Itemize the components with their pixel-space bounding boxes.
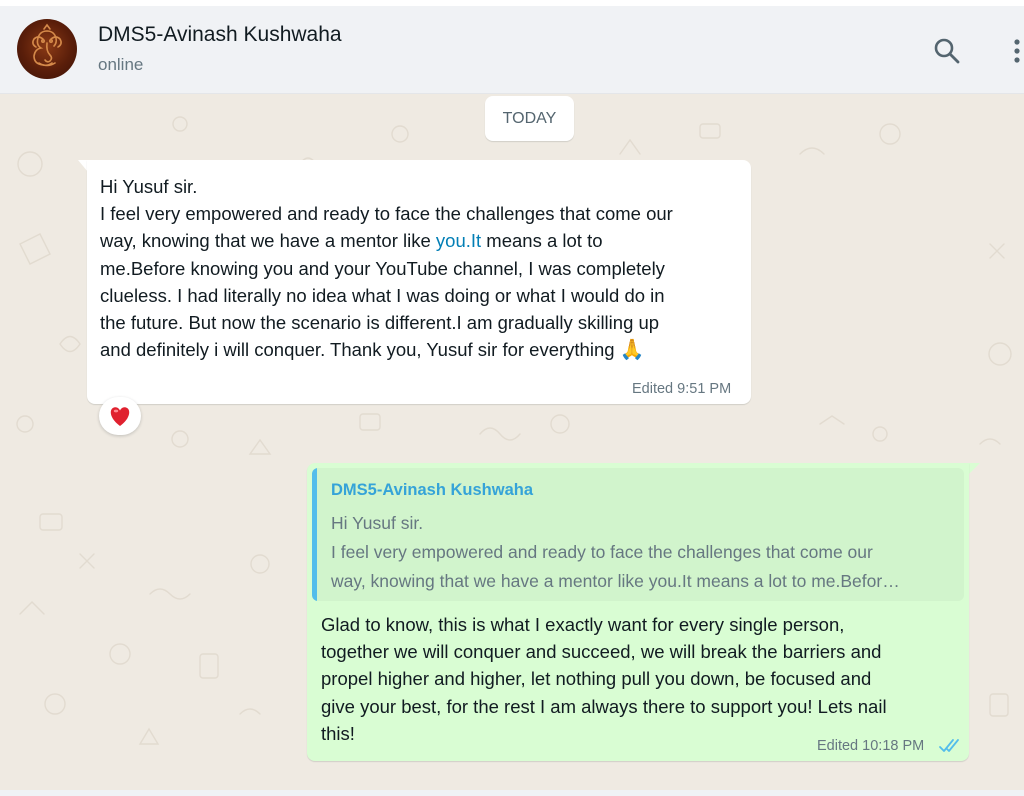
search-icon: [934, 38, 960, 64]
message-line: Hi Yusuf sir.: [100, 176, 198, 197]
date-separator: TODAY: [485, 96, 574, 141]
quoted-line: way, knowing that we have a mentor like …: [331, 571, 900, 591]
outgoing-bubble-tail: [968, 463, 980, 475]
message-line: and definitely i will conquer. Thank you…: [100, 339, 615, 361]
message-link[interactable]: you.It: [436, 230, 481, 251]
outgoing-message-text: Glad to know, this is what I exactly wan…: [321, 611, 961, 747]
message-line: together we will conquer and succeed, we…: [321, 641, 882, 663]
message-line: clueless. I had literally no idea what I…: [100, 284, 665, 306]
message-time: 9:51 PM: [677, 381, 732, 397]
search-button[interactable]: [931, 35, 963, 67]
window-bottom-strip: [0, 790, 1024, 796]
message-line: me.Before knowing you and your YouTube c…: [100, 257, 665, 279]
chat-header[interactable]: DMS5-Avinash Kushwaha online: [0, 6, 1024, 94]
heart-icon: [110, 407, 130, 426]
message-line: I feel very empowered and ready to face …: [100, 203, 673, 225]
incoming-message-text: Hi Yusuf sir. I feel very empowered and …: [100, 173, 745, 364]
outgoing-message[interactable]: DMS5-Avinash Kushwaha Hi Yusuf sir. I fe…: [307, 463, 969, 761]
incoming-meta: Edited 9:51 PM: [632, 381, 731, 397]
quote-accent-bar: [312, 468, 317, 601]
folded-hands-emoji: 🙏: [619, 339, 645, 362]
contact-name[interactable]: DMS5-Avinash Kushwaha: [98, 23, 342, 47]
more-vertical-icon: [1014, 39, 1020, 63]
menu-button[interactable]: [1010, 35, 1024, 67]
contact-avatar[interactable]: [17, 19, 77, 79]
message-time: 10:18 PM: [862, 738, 925, 754]
message-line: means a lot to: [481, 230, 603, 252]
ganesha-icon: [32, 23, 62, 67]
double-check-icon: [939, 739, 959, 752]
contact-status: online: [98, 55, 144, 74]
edited-label: Edited: [632, 381, 674, 397]
quoted-author: DMS5-Avinash Kushwaha: [331, 481, 534, 499]
edited-label: Edited: [817, 738, 859, 754]
message-line: Glad to know, this is what I exactly wan…: [321, 614, 845, 635]
outgoing-meta: Edited 10:18 PM: [817, 738, 924, 754]
message-line: the future. But now the scenario is diff…: [100, 312, 660, 334]
message-line: way, knowing that we have a mentor like: [100, 230, 436, 252]
incoming-message[interactable]: Hi Yusuf sir. I feel very empowered and …: [87, 160, 751, 404]
quoted-line: Hi Yusuf sir.: [331, 513, 424, 533]
quoted-message[interactable]: DMS5-Avinash Kushwaha Hi Yusuf sir. I fe…: [312, 468, 964, 601]
message-line: this!: [321, 722, 355, 744]
heart-reaction[interactable]: [99, 397, 141, 435]
message-line: give your best, for the rest I am always…: [321, 695, 887, 717]
message-line: propel higher and higher, let nothing pu…: [321, 668, 872, 690]
quoted-line: I feel very empowered and ready to face …: [331, 542, 873, 562]
